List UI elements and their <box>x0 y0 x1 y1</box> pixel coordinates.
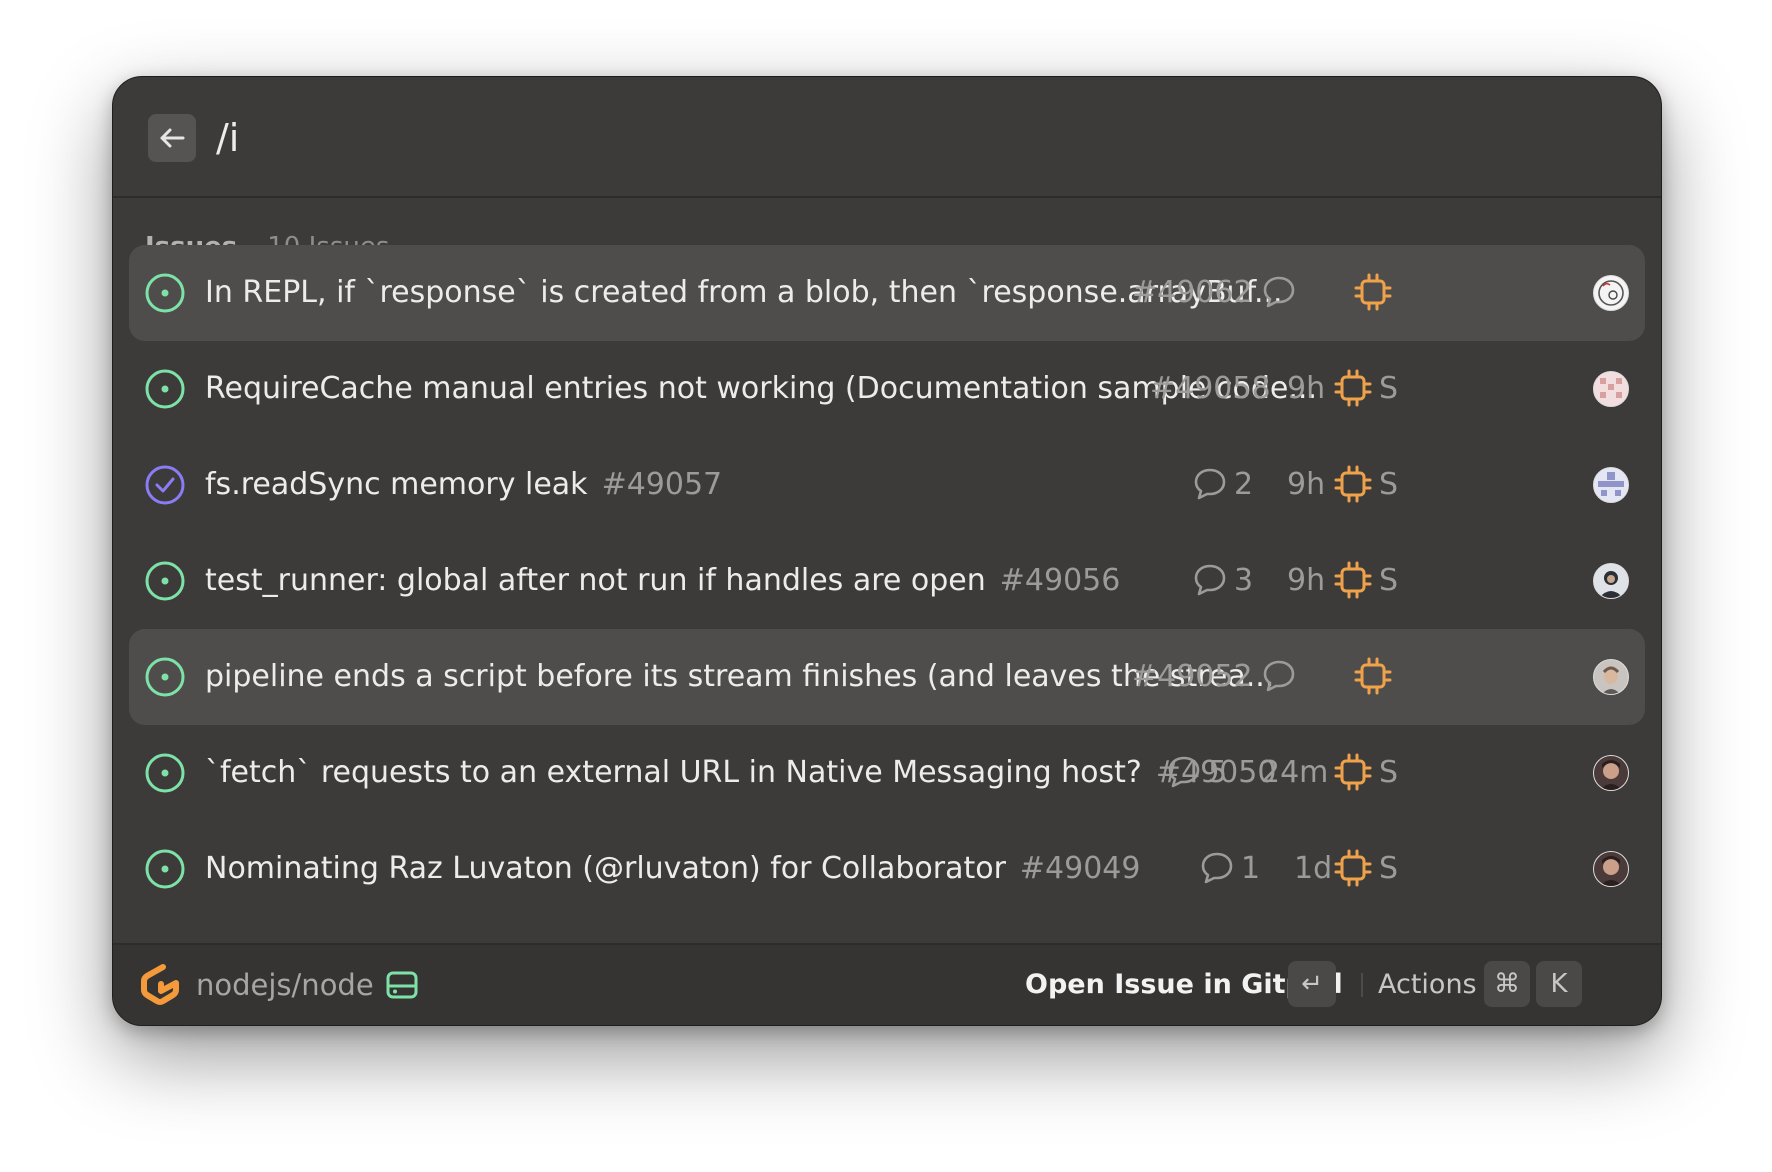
issue-title: In REPL, if `response` is created from a… <box>205 275 1283 310</box>
avatar <box>1593 275 1629 311</box>
comment-count: 1 <box>1241 851 1261 886</box>
chip-icon <box>1334 849 1372 887</box>
gitpod-logo-icon <box>141 964 179 1005</box>
comment-icon <box>1168 756 1200 788</box>
actions-button[interactable]: Actions <box>1378 965 1477 1005</box>
issue-row[interactable]: fs.readSync memory leak #49057 2 9h S <box>129 437 1645 533</box>
avatar <box>1593 659 1629 695</box>
issue-open-icon <box>145 849 185 889</box>
comment-count: 3 <box>1234 563 1254 598</box>
issue-row[interactable]: test_runner: global after not run if han… <box>129 533 1645 629</box>
issue-age: 24m <box>1261 755 1329 790</box>
issue-closed-icon <box>145 465 185 505</box>
issue-open-icon <box>145 753 185 793</box>
issue-size: S <box>1379 755 1399 790</box>
issue-title-text: fs.readSync memory leak <box>205 467 588 502</box>
search-input[interactable]: /i <box>216 115 239 161</box>
chip-icon <box>1354 273 1392 311</box>
issue-number: #49052 <box>1132 659 1253 694</box>
issue-title-text: Nominating Raz Luvaton (@rluvaton) for C… <box>205 851 1006 886</box>
issue-title: fs.readSync memory leak #49057 <box>205 465 722 505</box>
issue-open-icon <box>145 273 185 313</box>
enter-key[interactable]: ↵ <box>1288 961 1336 1007</box>
issue-row[interactable]: In REPL, if `response` is created from a… <box>129 245 1645 341</box>
issue-number: #49062 <box>1132 275 1253 310</box>
issue-row[interactable]: RequireCache manual entries not working … <box>129 341 1645 437</box>
drive-icon <box>386 971 418 999</box>
issue-title-text: `fetch` requests to an external URL in N… <box>205 755 1142 790</box>
chip-icon <box>1334 561 1372 599</box>
issue-open-icon <box>145 561 185 601</box>
command-key[interactable]: ⌘ <box>1484 961 1530 1007</box>
issue-row[interactable]: pipeline ends a script before its stream… <box>129 629 1645 725</box>
issue-number: #49056 <box>999 563 1121 598</box>
chip-icon <box>1334 465 1372 503</box>
issue-row[interactable]: `fetch` requests to an external URL in N… <box>129 725 1645 821</box>
issue-size: S <box>1379 851 1399 886</box>
comment-icon <box>1194 564 1226 596</box>
chip-icon <box>1334 369 1372 407</box>
issue-number: #49057 <box>601 467 723 502</box>
chip-icon <box>1334 753 1372 791</box>
k-key[interactable]: K <box>1536 961 1582 1007</box>
comment-count: 2 <box>1234 467 1254 502</box>
command-palette-window: /i Issues10 Issues In REPL, if `response… <box>112 76 1662 1026</box>
comment-icon <box>1263 276 1295 308</box>
issue-age: 9h <box>1287 467 1326 502</box>
issue-size: S <box>1379 371 1399 406</box>
comment-icon <box>1263 660 1295 692</box>
issue-title: `fetch` requests to an external URL in N… <box>205 753 1276 793</box>
comment-icon <box>1194 468 1226 500</box>
issue-size: S <box>1379 467 1399 502</box>
repository-name: nodejs/node <box>196 968 374 1002</box>
search-bar: /i <box>113 77 1661 198</box>
issue-open-icon <box>145 657 185 697</box>
comment-icon <box>1201 852 1233 884</box>
issue-age: 1d <box>1294 851 1333 886</box>
issue-row[interactable]: Nominating Raz Luvaton (@rluvaton) for C… <box>129 821 1645 917</box>
issue-title: pipeline ends a script before its stream… <box>205 659 1275 694</box>
issue-open-icon <box>145 369 185 409</box>
issue-age: 9h <box>1287 371 1326 406</box>
issue-size: S <box>1379 563 1399 598</box>
action-bar: nodejs/node Open Issue in Gitpod ↵ Actio… <box>113 943 1661 1025</box>
issue-age: 9h <box>1287 563 1326 598</box>
chip-icon <box>1354 657 1392 695</box>
avatar <box>1593 563 1629 599</box>
avatar <box>1593 371 1629 407</box>
avatar <box>1593 755 1629 791</box>
issue-title: Nominating Raz Luvaton (@rluvaton) for C… <box>205 849 1140 889</box>
avatar <box>1593 467 1629 503</box>
divider <box>1361 973 1363 997</box>
issue-title: test_runner: global after not run if han… <box>205 561 1120 601</box>
arrow-left-icon <box>160 128 185 148</box>
back-button[interactable] <box>148 114 196 162</box>
issue-title-text: test_runner: global after not run if han… <box>205 563 986 598</box>
avatar <box>1593 851 1629 887</box>
issue-number: #49049 <box>1019 851 1141 886</box>
issue-number: #49058 <box>1150 371 1271 406</box>
comment-count: 5 <box>1208 755 1228 790</box>
